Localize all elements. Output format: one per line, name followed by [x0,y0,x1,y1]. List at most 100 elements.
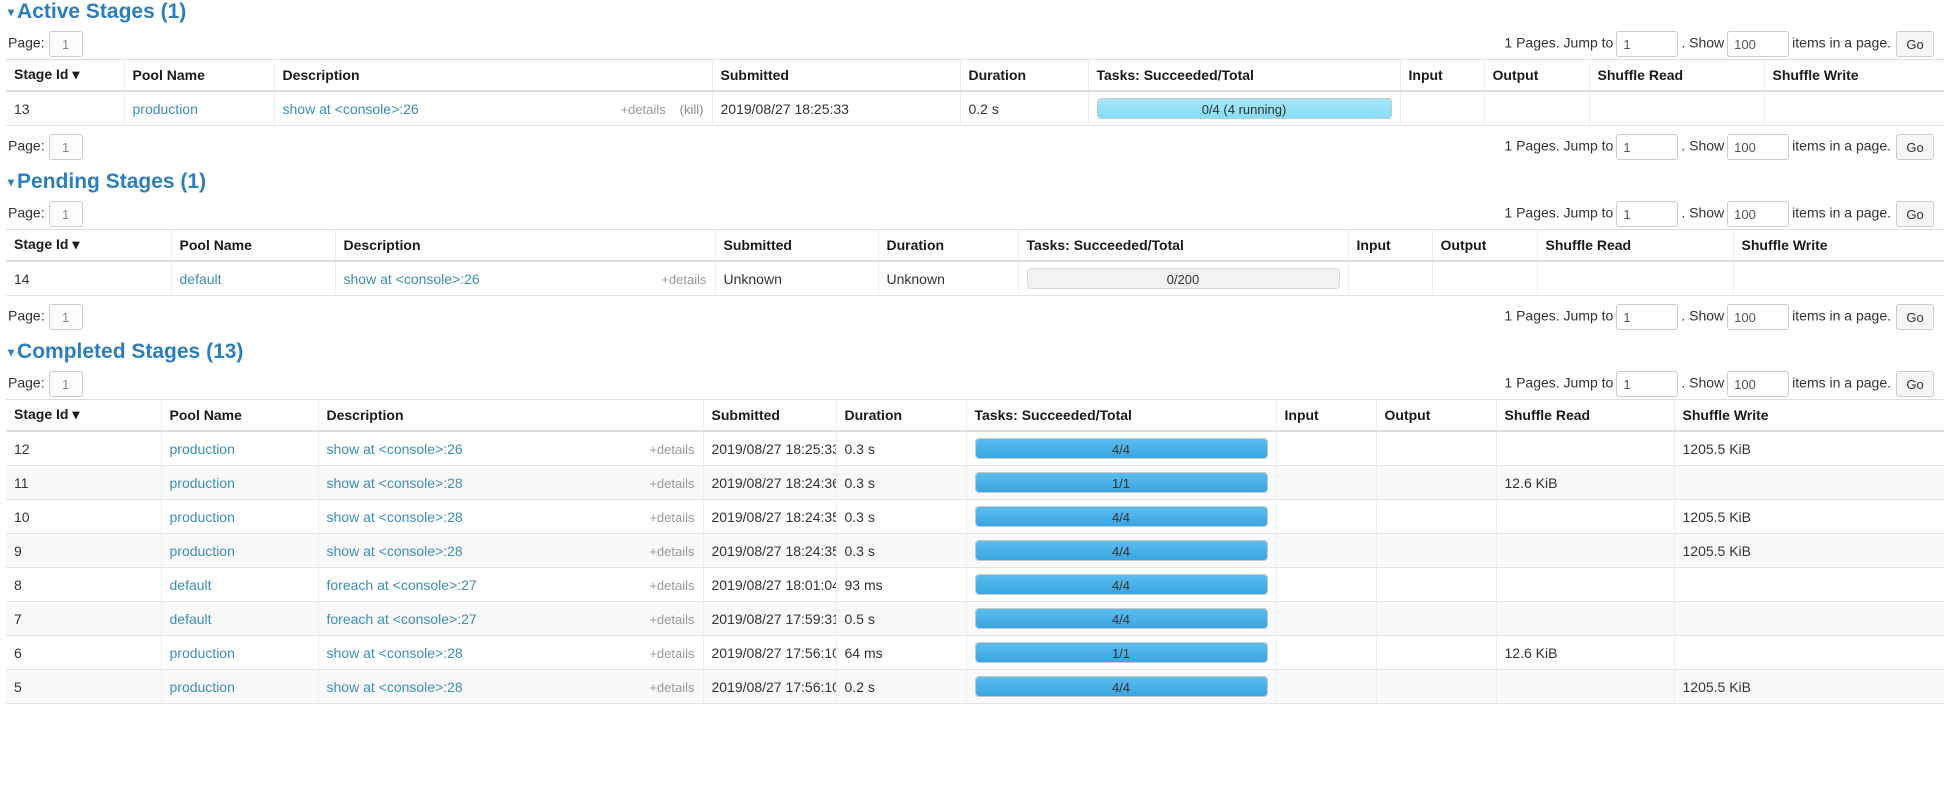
col-shuffle-write[interactable]: Shuffle Write [1733,229,1944,263]
col-duration[interactable]: Duration [960,59,1089,93]
col-tasks[interactable]: Tasks: Succeeded/Total [966,399,1277,433]
col-submitted[interactable]: Submitted [712,59,961,93]
pool-link[interactable]: production [170,441,235,457]
items-per-page-input[interactable] [1727,134,1790,161]
description-actions: +details [661,271,706,287]
col-stage-id[interactable]: Stage Id ▾ [6,399,162,433]
pool-link[interactable]: production [170,645,235,661]
stage-description-link[interactable]: show at <console>:28 [327,509,463,525]
details-toggle[interactable]: +details [649,510,694,525]
col-input[interactable]: Input [1348,229,1433,263]
col-duration[interactable]: Duration [836,399,967,433]
stage-description-link[interactable]: foreach at <console>:27 [327,577,477,593]
completed-stages-title[interactable]: ▾ Completed Stages (13) [6,340,1944,363]
col-duration[interactable]: Duration [878,229,1019,263]
pool-link[interactable]: production [170,509,235,525]
page-input[interactable] [48,134,83,161]
cell-tasks: 0/4 (4 running) [1088,91,1401,127]
col-shuffle-write[interactable]: Shuffle Write [1764,59,1944,93]
stage-description-link[interactable]: show at <console>:28 [327,679,463,695]
jump-to-input[interactable] [1616,201,1679,228]
details-toggle[interactable]: +details [661,272,706,287]
stage-description-link[interactable]: show at <console>:26 [344,271,480,287]
col-pool-name[interactable]: Pool Name [124,59,275,93]
cell-duration: 0.3 s [836,465,967,501]
pool-link[interactable]: production [170,679,235,695]
col-description[interactable]: Description [274,59,713,93]
pool-link[interactable]: production [133,101,198,117]
items-per-page-input[interactable] [1727,201,1790,228]
jump-to-input[interactable] [1616,134,1679,161]
col-shuffle-read[interactable]: Shuffle Read [1496,399,1675,433]
progress-bar: 1/1 [974,642,1268,664]
cell-tasks: 1/1 [966,465,1277,501]
pending-stages-table: Stage Id ▾ Pool Name Description Submitt… [6,229,1944,297]
cell-description: +details show at <console>:28 [318,465,704,501]
jump-to-input[interactable] [1616,304,1679,331]
stage-description-link[interactable]: show at <console>:26 [283,101,419,117]
details-toggle[interactable]: +details [649,476,694,491]
col-description[interactable]: Description [318,399,704,433]
jump-to-input[interactable] [1616,31,1679,58]
pool-link[interactable]: default [170,611,212,627]
go-button[interactable]: Go [1896,371,1934,398]
pool-link[interactable]: production [170,543,235,559]
details-toggle[interactable]: +details [649,680,694,695]
stage-description-link[interactable]: show at <console>:28 [327,475,463,491]
col-shuffle-write[interactable]: Shuffle Write [1674,399,1944,433]
items-per-page-input[interactable] [1727,304,1790,331]
col-stage-id[interactable]: Stage Id ▾ [6,229,172,263]
details-toggle[interactable]: +details [649,646,694,661]
pending-pagination-top: Page: 1 Pages. Jump to . Show items in a p… [6,193,1944,228]
details-toggle[interactable]: +details [649,578,694,593]
jump-to-input[interactable] [1616,371,1679,398]
col-input[interactable]: Input [1400,59,1485,93]
col-tasks[interactable]: Tasks: Succeeded/Total [1018,229,1349,263]
items-per-page-input[interactable] [1727,371,1790,398]
table-header-row: Stage Id ▾ Pool Name Description Submitt… [6,399,1944,433]
col-submitted[interactable]: Submitted [715,229,879,263]
details-toggle[interactable]: +details [649,442,694,457]
col-shuffle-read[interactable]: Shuffle Read [1589,59,1765,93]
cell-shuffle-read: 12.6 KiB [1496,465,1675,501]
page-input[interactable] [48,304,83,331]
pages-text: 1 Pages. Jump to [1504,34,1614,51]
active-stages-title[interactable]: ▾ Active Stages (1) [6,0,1944,23]
col-input[interactable]: Input [1276,399,1377,433]
details-toggle[interactable]: +details [649,544,694,559]
pending-stages-title[interactable]: ▾ Pending Stages (1) [6,170,1944,193]
page-input[interactable] [48,31,83,58]
col-pool-name[interactable]: Pool Name [161,399,319,433]
pool-link[interactable]: production [170,475,235,491]
items-per-page-input[interactable] [1727,31,1790,58]
col-output[interactable]: Output [1376,399,1497,433]
col-output[interactable]: Output [1484,59,1590,93]
stage-description-link[interactable]: foreach at <console>:27 [327,611,477,627]
go-button[interactable]: Go [1896,134,1934,161]
details-toggle[interactable]: +details [649,612,694,627]
items-text: items in a page. [1792,374,1891,391]
pool-link[interactable]: default [170,577,212,593]
cell-pool-name: production [161,499,319,535]
col-pool-name[interactable]: Pool Name [171,229,336,263]
go-button[interactable]: Go [1896,31,1934,58]
stage-description-link[interactable]: show at <console>:26 [327,441,463,457]
col-stage-id[interactable]: Stage Id ▾ [6,59,125,93]
page-input[interactable] [48,371,83,398]
pool-link[interactable]: default [180,271,222,287]
page-input[interactable] [48,201,83,228]
stage-description-link[interactable]: show at <console>:28 [327,645,463,661]
col-description[interactable]: Description [335,229,716,263]
details-toggle[interactable]: +details [621,102,666,117]
cell-stage-id: 11 [6,465,162,501]
col-shuffle-read[interactable]: Shuffle Read [1537,229,1734,263]
col-output[interactable]: Output [1432,229,1538,263]
kill-link[interactable]: (kill) [680,102,704,117]
col-submitted[interactable]: Submitted [703,399,837,433]
col-tasks[interactable]: Tasks: Succeeded/Total [1088,59,1401,93]
go-button[interactable]: Go [1896,304,1934,331]
cell-stage-id: 7 [6,601,162,637]
col-stage-id-label: Stage Id [14,66,69,83]
go-button[interactable]: Go [1896,201,1934,228]
stage-description-link[interactable]: show at <console>:28 [327,543,463,559]
